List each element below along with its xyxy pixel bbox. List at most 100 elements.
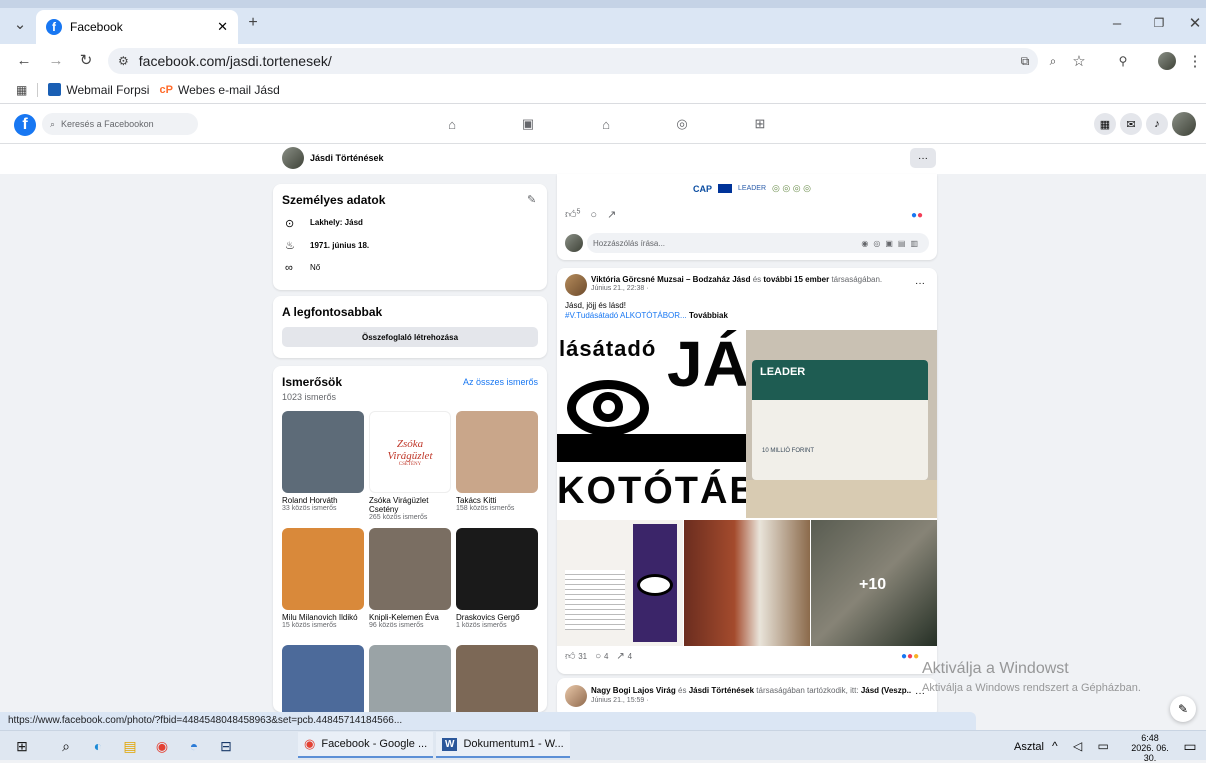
post-photo-exhibit[interactable]	[684, 520, 810, 646]
friend-photo[interactable]	[369, 528, 451, 610]
place-link[interactable]: Jásd (Veszp...	[861, 686, 911, 695]
like-button[interactable]: 👍︎ 31	[565, 650, 587, 662]
friend-name[interactable]: Roland Horváth	[282, 496, 364, 505]
post-photo-more[interactable]: +10	[811, 520, 937, 646]
clock[interactable]: 6:48 2026. 06. 30.	[1130, 733, 1170, 763]
search-icon[interactable]: ⌕	[56, 736, 76, 756]
page-more-button[interactable]: ···	[910, 148, 936, 168]
chrome-icon[interactable]: ◉	[152, 736, 172, 756]
see-more-link[interactable]: Továbbiak	[689, 311, 728, 320]
tray-icons[interactable]: ^ ◁ ▭	[1052, 739, 1115, 753]
post-options-button[interactable]: ···	[915, 278, 925, 289]
edge-icon[interactable]: ◐	[88, 736, 108, 756]
taskbar-app-chrome[interactable]: ◉ Facebook - Google ...	[298, 732, 434, 758]
groups-icon[interactable]: ◎	[672, 116, 692, 132]
post-time[interactable]: Június 21., 22:38 ·	[591, 285, 649, 292]
page-name[interactable]: Jásdi Történések	[310, 153, 384, 163]
profile-avatar[interactable]	[1158, 52, 1176, 70]
post-photo-flyer[interactable]	[557, 520, 683, 646]
bookmark-webmail-forpsi[interactable]: Webmail Forpsi	[48, 83, 149, 97]
reload-button[interactable]: ↻	[76, 50, 96, 70]
comment-input[interactable]: Hozzászólás írása... ◉◎▣▤▥	[587, 233, 929, 253]
bookmark-star-icon[interactable]: ☆	[1070, 52, 1088, 70]
like-button[interactable]: 👍︎5	[565, 208, 580, 221]
facebook-search-input[interactable]: ⌕ Keresés a Facebookon	[42, 113, 198, 135]
comment-icon[interactable]: ○	[590, 209, 597, 221]
friend-name[interactable]: Milu Milanovich Ildikó	[282, 613, 364, 622]
friend-name[interactable]: Zsóka Virágüzlet Csetény	[369, 496, 451, 514]
see-all-friends-link[interactable]: Az összes ismerős	[463, 377, 538, 387]
friend-photo[interactable]	[282, 411, 364, 493]
friend-card[interactable]	[282, 645, 364, 712]
comment-button[interactable]: ○ 4	[595, 651, 608, 662]
friend-photo[interactable]	[369, 645, 451, 712]
file-explorer-icon[interactable]: ▤	[120, 736, 140, 756]
close-tab-icon[interactable]: ✕	[217, 19, 228, 35]
bookmark-webes-email[interactable]: cP Webes e-mail Jásd	[159, 83, 279, 97]
friend-name[interactable]: Draskovics Gergő	[456, 613, 538, 622]
page-avatar[interactable]	[282, 147, 304, 169]
friend-name[interactable]: Knipli-Kelemen Éva	[369, 613, 451, 622]
author-avatar[interactable]	[565, 274, 587, 296]
author-avatar[interactable]	[565, 685, 587, 707]
friend-card[interactable]: Zsóka Virágüzlet CSETÉNY Zsóka Virágüzlet C…	[369, 411, 451, 522]
zoom-icon[interactable]: ⌕	[1044, 52, 1062, 70]
others-link[interactable]: további 15 ember	[763, 275, 829, 284]
messenger-icon[interactable]: ✉	[1120, 113, 1142, 135]
forward-button[interactable]: →	[46, 50, 66, 70]
friend-photo[interactable]	[456, 528, 538, 610]
gaming-icon[interactable]: ⊞	[750, 116, 770, 132]
outlook-icon[interactable]: ◓	[184, 736, 204, 756]
friend-card[interactable]	[369, 645, 451, 712]
apps-grid-icon[interactable]: ▦	[16, 83, 27, 97]
friend-photo[interactable]: Zsóka Virágüzlet CSETÉNY	[369, 411, 451, 493]
home-icon[interactable]: ⌂	[442, 116, 462, 132]
post-photo-leader[interactable]: LEADER 10 MILLIÓ FORINT	[746, 330, 937, 518]
friend-name[interactable]: Takács Kitti	[456, 496, 538, 505]
edit-pencil-icon[interactable]: ✎	[527, 193, 536, 206]
friend-card[interactable]: Knipli-Kelemen Éva 96 közös ismerős	[369, 528, 451, 630]
tab-facebook[interactable]: f Facebook ✕	[36, 10, 238, 44]
notifications-bell-icon[interactable]: ♪	[1146, 113, 1168, 135]
friend-card[interactable]: Takács Kitti 158 közös ismerős	[456, 411, 538, 513]
friend-card[interactable]	[456, 645, 538, 712]
share-icon[interactable]: ↗	[607, 208, 616, 221]
friend-photo[interactable]	[282, 528, 364, 610]
minimize-button[interactable]: –	[1108, 14, 1126, 32]
new-tab-button[interactable]: +	[244, 14, 262, 32]
share-button[interactable]: ↗ 4	[616, 651, 632, 662]
extensions-icon[interactable]: ⚲	[1114, 52, 1132, 70]
post-photo-main[interactable]: lásátadó JÁS KOTÓTÁB	[557, 330, 746, 518]
hashtag-link[interactable]: #V.Tudásátadó ALKOTÓTÁBOR...	[565, 311, 687, 320]
friend-card[interactable]: Roland Horváth 33 közös ismerős	[282, 411, 364, 513]
desktop-label[interactable]: Asztal	[1014, 741, 1044, 753]
facebook-logo-icon[interactable]: f	[14, 114, 36, 136]
friend-photo[interactable]	[456, 411, 538, 493]
start-windows-icon[interactable]: ⊞	[12, 736, 32, 756]
page-link[interactable]: Jásdi Történések	[689, 686, 754, 695]
menu-dots-icon[interactable]: ⋮	[1188, 52, 1203, 70]
friend-card[interactable]: Draskovics Gergő 1 közös ismerős	[456, 528, 538, 630]
notification-center-icon[interactable]: ▭	[1180, 736, 1200, 756]
taskbar-app-word[interactable]: W Dokumentum1 - W...	[436, 732, 570, 758]
author-name[interactable]: Nagy Bogi Lajos Virág	[591, 686, 676, 695]
post-time[interactable]: Június 21., 15:59 ·	[591, 697, 649, 704]
marketplace-icon[interactable]: ⌂	[596, 116, 616, 132]
menu-grid-button[interactable]: ▦	[1094, 113, 1116, 135]
tab-search-chevron-icon[interactable]: ⌄	[10, 14, 30, 34]
friend-photo[interactable]	[282, 645, 364, 712]
friend-photo[interactable]	[456, 645, 538, 712]
friend-card[interactable]: Milu Milanovich Ildikó 15 közös ismerős	[282, 528, 364, 630]
site-info-icon[interactable]: ⚙	[118, 54, 129, 68]
create-summary-button[interactable]: Összefoglaló létrehozása	[282, 327, 538, 347]
video-icon[interactable]: ▣	[518, 116, 538, 132]
restore-button[interactable]: ❐	[1150, 14, 1168, 32]
comment-emoji-icons[interactable]: ◉◎▣▤▥	[861, 239, 929, 248]
install-app-icon[interactable]: ⧉	[1016, 52, 1034, 70]
close-window-button[interactable]: ✕	[1186, 14, 1204, 32]
account-avatar[interactable]	[1172, 112, 1196, 136]
author-name[interactable]: Viktória Görcsné Muzsai – Bodzaház Jásd	[591, 275, 750, 284]
teams-icon[interactable]: ⊟	[216, 736, 236, 756]
new-message-button[interactable]: ✎	[1170, 696, 1196, 722]
address-input[interactable]: ⚙ facebook.com/jasdi.tortenesek/	[108, 48, 1038, 74]
